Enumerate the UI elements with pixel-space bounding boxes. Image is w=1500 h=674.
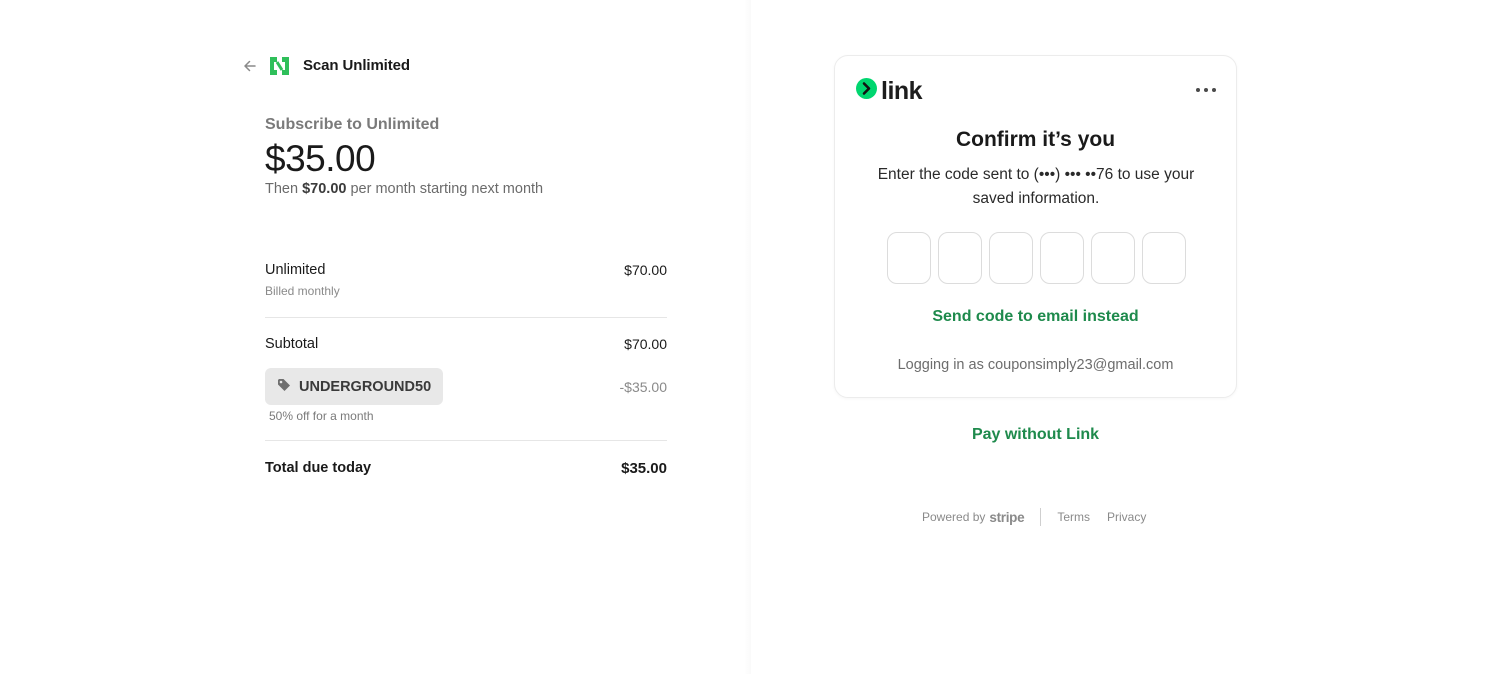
- then-suffix: per month starting next month: [346, 181, 544, 197]
- total-row: Total due today $35.00: [265, 460, 667, 477]
- subscription-summary: Subscribe to Unlimited $35.00 Then $70.0…: [265, 116, 667, 197]
- footer-divider: [1040, 508, 1042, 526]
- link-chevron-icon: [856, 78, 877, 104]
- send-code-email-link[interactable]: Send code to email instead: [835, 308, 1236, 326]
- scan-unlimited-logo-icon: [267, 54, 292, 78]
- promo-description: 50% off for a month: [269, 409, 374, 423]
- stripe-logo: stripe: [989, 509, 1025, 525]
- link-verification-card: link Confirm it’s you Enter the code sen…: [834, 55, 1237, 398]
- line-item-unlimited: Unlimited Billed monthly $70.00: [265, 262, 667, 298]
- item-name: Unlimited: [265, 262, 326, 278]
- subtotal-row: Subtotal $70.00: [265, 336, 667, 352]
- recurring-price-note: Then $70.00 per month starting next mont…: [265, 181, 667, 197]
- powered-by-label: Powered by: [922, 510, 986, 524]
- tag-icon: [277, 378, 291, 396]
- subtotal-label: Subtotal: [265, 336, 319, 352]
- brand-name: Scan Unlimited: [303, 57, 410, 74]
- back-arrow-icon[interactable]: [240, 56, 260, 76]
- promo-code-pill[interactable]: UNDERGROUND50: [265, 368, 444, 405]
- powered-by-stripe[interactable]: Powered by stripe: [922, 509, 1025, 525]
- then-prefix: Then: [265, 181, 303, 197]
- item-billing: Billed monthly: [265, 284, 340, 298]
- logging-in-text: Logging in as couponsimply23@gmail.com: [897, 357, 1174, 373]
- code-digit-input[interactable]: [1040, 232, 1084, 284]
- divider: [265, 440, 667, 441]
- promo-row: UNDERGROUND50 -$35.00: [265, 368, 667, 405]
- total-amount: $35.00: [621, 460, 667, 477]
- promo-code: UNDERGROUND50: [299, 378, 432, 395]
- subscribe-label: Subscribe to Unlimited: [265, 116, 440, 133]
- pay-without-link-button[interactable]: Pay without Link: [834, 426, 1237, 444]
- verification-code-input: [887, 232, 1186, 284]
- more-horizontal-icon[interactable]: [1196, 86, 1216, 94]
- total-label: Total due today: [265, 460, 372, 476]
- line-items: Unlimited Billed monthly $70.00 Subtotal…: [265, 262, 667, 477]
- confirm-title: Confirm it’s you: [955, 128, 1116, 151]
- then-amount: $70.00: [302, 181, 347, 197]
- code-digit-input[interactable]: [1142, 232, 1186, 284]
- privacy-link[interactable]: Privacy: [1107, 510, 1146, 524]
- code-digit-input[interactable]: [989, 232, 1033, 284]
- code-digit-input[interactable]: [1091, 232, 1135, 284]
- item-amount: $70.00: [624, 262, 667, 278]
- footer: Powered by stripe Terms Privacy: [922, 508, 1146, 526]
- code-digit-input[interactable]: [887, 232, 931, 284]
- confirm-description: Enter the code sent to (•••) ••• ••76 to…: [877, 166, 1195, 207]
- price: $35.00: [265, 138, 376, 179]
- code-digit-input[interactable]: [938, 232, 982, 284]
- terms-link[interactable]: Terms: [1057, 510, 1090, 524]
- link-logo-text: link: [881, 77, 923, 105]
- divider: [265, 317, 667, 318]
- discount-amount: -$35.00: [619, 378, 667, 395]
- subtotal-amount: $70.00: [624, 336, 667, 352]
- link-logo: link: [856, 77, 923, 105]
